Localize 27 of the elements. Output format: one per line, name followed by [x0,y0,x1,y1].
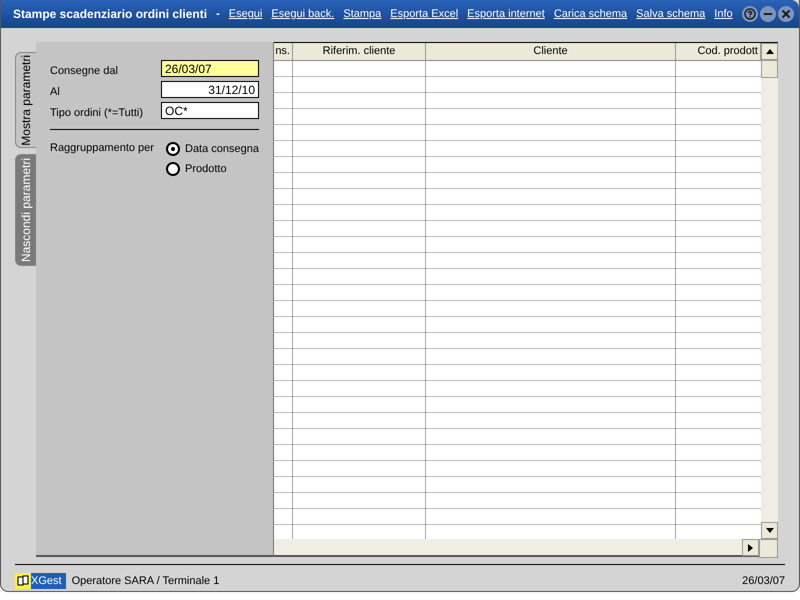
status-date: 26/03/07 [742,575,785,587]
input-field[interactable]: 31/12/10 [161,81,259,98]
menu-link[interactable]: Stampa [343,8,382,20]
input-field[interactable]: OC* [161,102,259,119]
side-tab[interactable]: Nascondi parametri [15,154,36,266]
column-header[interactable]: Cliente [426,43,676,60]
menu-link[interactable]: Salva schema [636,8,706,20]
title-separator: - [216,8,220,20]
menu-link[interactable]: Carica schema [554,8,628,20]
radio-option[interactable]: Prodotto [166,162,259,176]
menu-link[interactable]: Esporta internet [467,8,545,20]
menu-link[interactable]: Esegui [228,8,262,20]
menu-link[interactable]: Esporta Excel [390,8,458,20]
window-title: Stampe scadenziario ordini clienti [13,7,208,21]
app-name: XGest [31,575,62,587]
column-header[interactable]: Riferim. cliente [293,43,426,60]
menu-link[interactable]: Info [714,8,733,20]
operator-text: Operatore SARA / Terminale 1 [72,575,220,587]
field-label: Consegne dal [50,65,118,77]
menu-link[interactable]: Esegui back. [271,8,334,20]
field-label: Tipo ordini (*=Tutti) [50,107,144,119]
input-field[interactable]: 26/03/07 [161,60,259,77]
radio-option[interactable]: Data consegna [166,142,259,156]
column-header[interactable]: ns. [274,43,293,60]
side-tab[interactable]: Mostra parametri [15,52,36,148]
field-label: Al [50,86,60,98]
grouping-label: Raggruppamento per [50,142,154,156]
